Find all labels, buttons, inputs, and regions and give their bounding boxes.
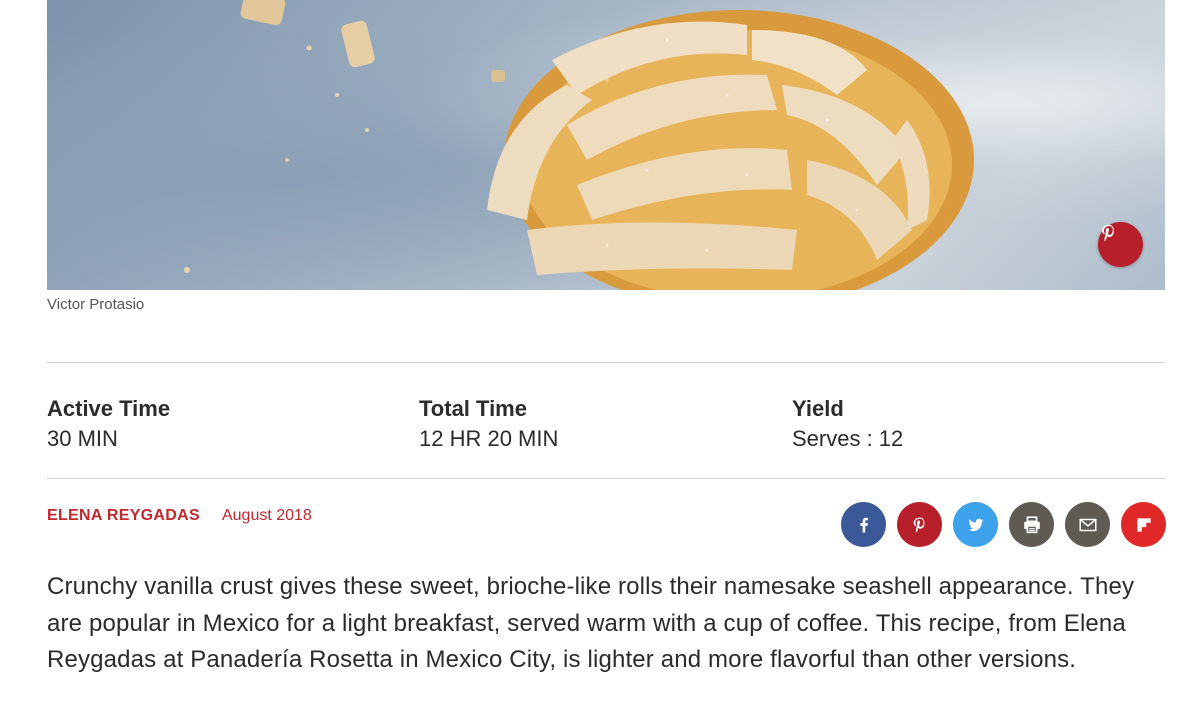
pinterest-icon: [1102, 224, 1114, 242]
share-bar: [841, 502, 1166, 547]
divider-bottom: [47, 478, 1165, 479]
share-facebook-button[interactable]: [841, 502, 886, 547]
concha-illustration: [184, 0, 974, 290]
twitter-icon: [968, 518, 983, 531]
total-time-value: 12 HR 20 MIN: [419, 426, 559, 451]
publish-date: August 2018: [221, 507, 312, 524]
flipboard-icon: [1136, 517, 1151, 532]
share-pinterest-button[interactable]: [897, 502, 942, 547]
email-button[interactable]: [1065, 502, 1110, 547]
divider-top: [47, 362, 1165, 363]
recipe-hero-image: [47, 0, 1165, 290]
email-icon: [1078, 518, 1097, 531]
print-icon: [1023, 515, 1040, 533]
share-flipboard-button[interactable]: [1121, 502, 1166, 547]
pin-image-button[interactable]: [1098, 222, 1143, 267]
photo-credit: Victor Protasio: [47, 296, 145, 313]
active-time-value: 30 MIN: [47, 426, 118, 451]
recipe-description: Crunchy vanilla crust gives these sweet,…: [47, 573, 1135, 673]
print-button[interactable]: [1009, 502, 1054, 547]
active-time-block: Active Time 30 MIN: [47, 395, 170, 455]
facebook-icon: [859, 517, 868, 532]
share-twitter-button[interactable]: [953, 502, 998, 547]
total-time-label: Total Time: [419, 396, 527, 421]
yield-block: Yield Serves : 12: [792, 395, 903, 455]
author-link[interactable]: ELENA REYGADAS: [47, 507, 200, 525]
yield-label: Yield: [792, 396, 844, 421]
yield-value: Serves : 12: [792, 426, 904, 451]
total-time-block: Total Time 12 HR 20 MIN: [419, 395, 558, 455]
byline: ELENA REYGADAS August 2018: [47, 507, 312, 525]
pinterest-icon: [913, 517, 924, 533]
active-time-label: Active Time: [47, 396, 171, 421]
